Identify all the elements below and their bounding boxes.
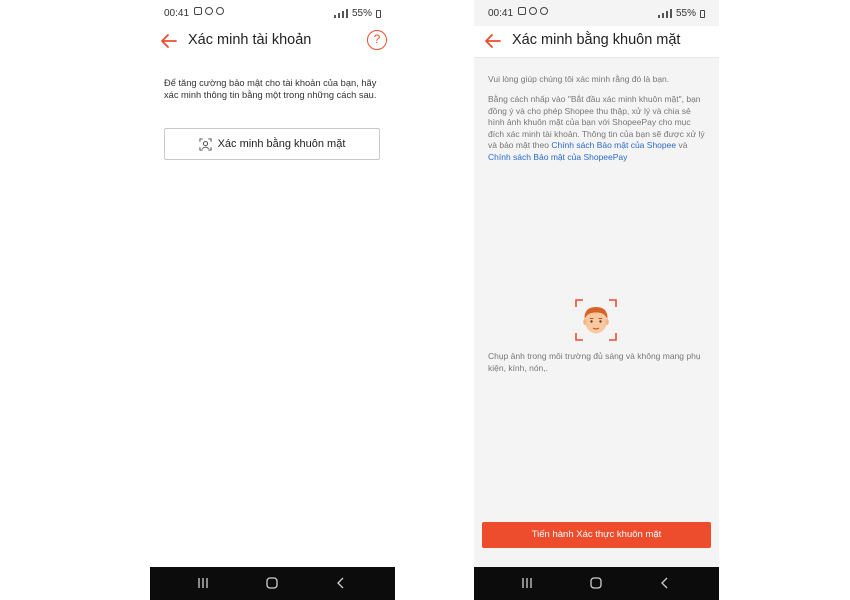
back-button[interactable] [482, 30, 504, 52]
messenger-icon [529, 7, 537, 15]
system-back-button[interactable] [650, 567, 680, 600]
recent-apps-icon [522, 578, 532, 588]
chevron-left-icon [337, 577, 344, 589]
photo-tip-text: Chụp ảnh trong môi trường đủ sáng và khô… [488, 351, 701, 373]
recent-apps-button[interactable] [512, 567, 542, 600]
notification-icons [194, 7, 224, 15]
face-verification-label: Xác minh bằng khuôn mặt [217, 138, 346, 150]
viber-icon [216, 7, 224, 15]
home-button[interactable] [581, 567, 611, 600]
signal-icon [657, 9, 672, 18]
recent-apps-button[interactable] [188, 567, 218, 600]
arrow-left-icon [161, 34, 177, 48]
phone-screen-face-verification: 00:41 55% Xác minh bằng khuôn mặt Vui lò… [474, 0, 719, 600]
viber-icon [540, 7, 548, 15]
status-bar: 00:41 55% [474, 0, 719, 26]
messenger-icon [205, 7, 213, 15]
proceed-face-verification-button[interactable]: Tiến hành Xác thực khuôn mặt [482, 522, 711, 548]
face-illustration-icon [575, 299, 617, 341]
system-back-button[interactable] [326, 567, 356, 600]
question-circle-icon: ? [373, 32, 381, 46]
battery-icon [376, 9, 381, 18]
consent-text: Bằng cách nhấp vào "Bắt đầu xác minh khu… [488, 94, 708, 163]
battery-level: 55% [675, 8, 696, 19]
face-verification-button[interactable]: Xác minh bằng khuôn mặt [164, 128, 380, 160]
app-header: Xác minh tài khoản ? [150, 26, 395, 58]
arrow-left-icon [485, 34, 501, 48]
status-right: 55% [657, 8, 705, 19]
app-header: Xác minh bằng khuôn mặt [474, 26, 719, 58]
recent-apps-icon [198, 578, 208, 588]
shopee-privacy-policy-link[interactable]: Chính sách Bảo mật của Shopee [551, 140, 676, 150]
system-nav-bar [150, 567, 395, 600]
intro-text: Để tăng cường bảo mật cho tài khoản của … [164, 78, 377, 100]
home-icon [590, 577, 602, 589]
system-nav-bar [474, 567, 719, 600]
page-title: Xác minh tài khoản [188, 32, 312, 48]
home-icon [266, 577, 278, 589]
face-scan-icon [199, 137, 212, 151]
status-bar: 00:41 55% [150, 0, 395, 26]
gallery-icon [518, 7, 526, 15]
help-button[interactable]: ? [367, 30, 387, 50]
shopeepay-privacy-policy-link[interactable]: Chính sách Bảo mật của ShopeePay [488, 152, 627, 162]
page-title: Xác minh bằng khuôn mặt [512, 32, 681, 48]
battery-level: 55% [351, 8, 372, 19]
back-button[interactable] [158, 30, 180, 52]
status-time: 00:41 [488, 8, 514, 19]
signal-icon [333, 9, 348, 18]
phone-screen-account-verification: 00:41 55% Xác minh tài khoản ? Để tăng c… [150, 0, 395, 600]
gallery-icon [194, 7, 202, 15]
battery-icon [700, 9, 705, 18]
status-time: 00:41 [164, 8, 190, 19]
consent-conjunction: và [676, 140, 688, 150]
notification-icons [518, 7, 548, 15]
status-right: 55% [333, 8, 381, 19]
chevron-left-icon [661, 577, 668, 589]
help-text: Vui lòng giúp chúng tôi xác minh rằng đó… [488, 74, 670, 84]
home-button[interactable] [257, 567, 287, 600]
